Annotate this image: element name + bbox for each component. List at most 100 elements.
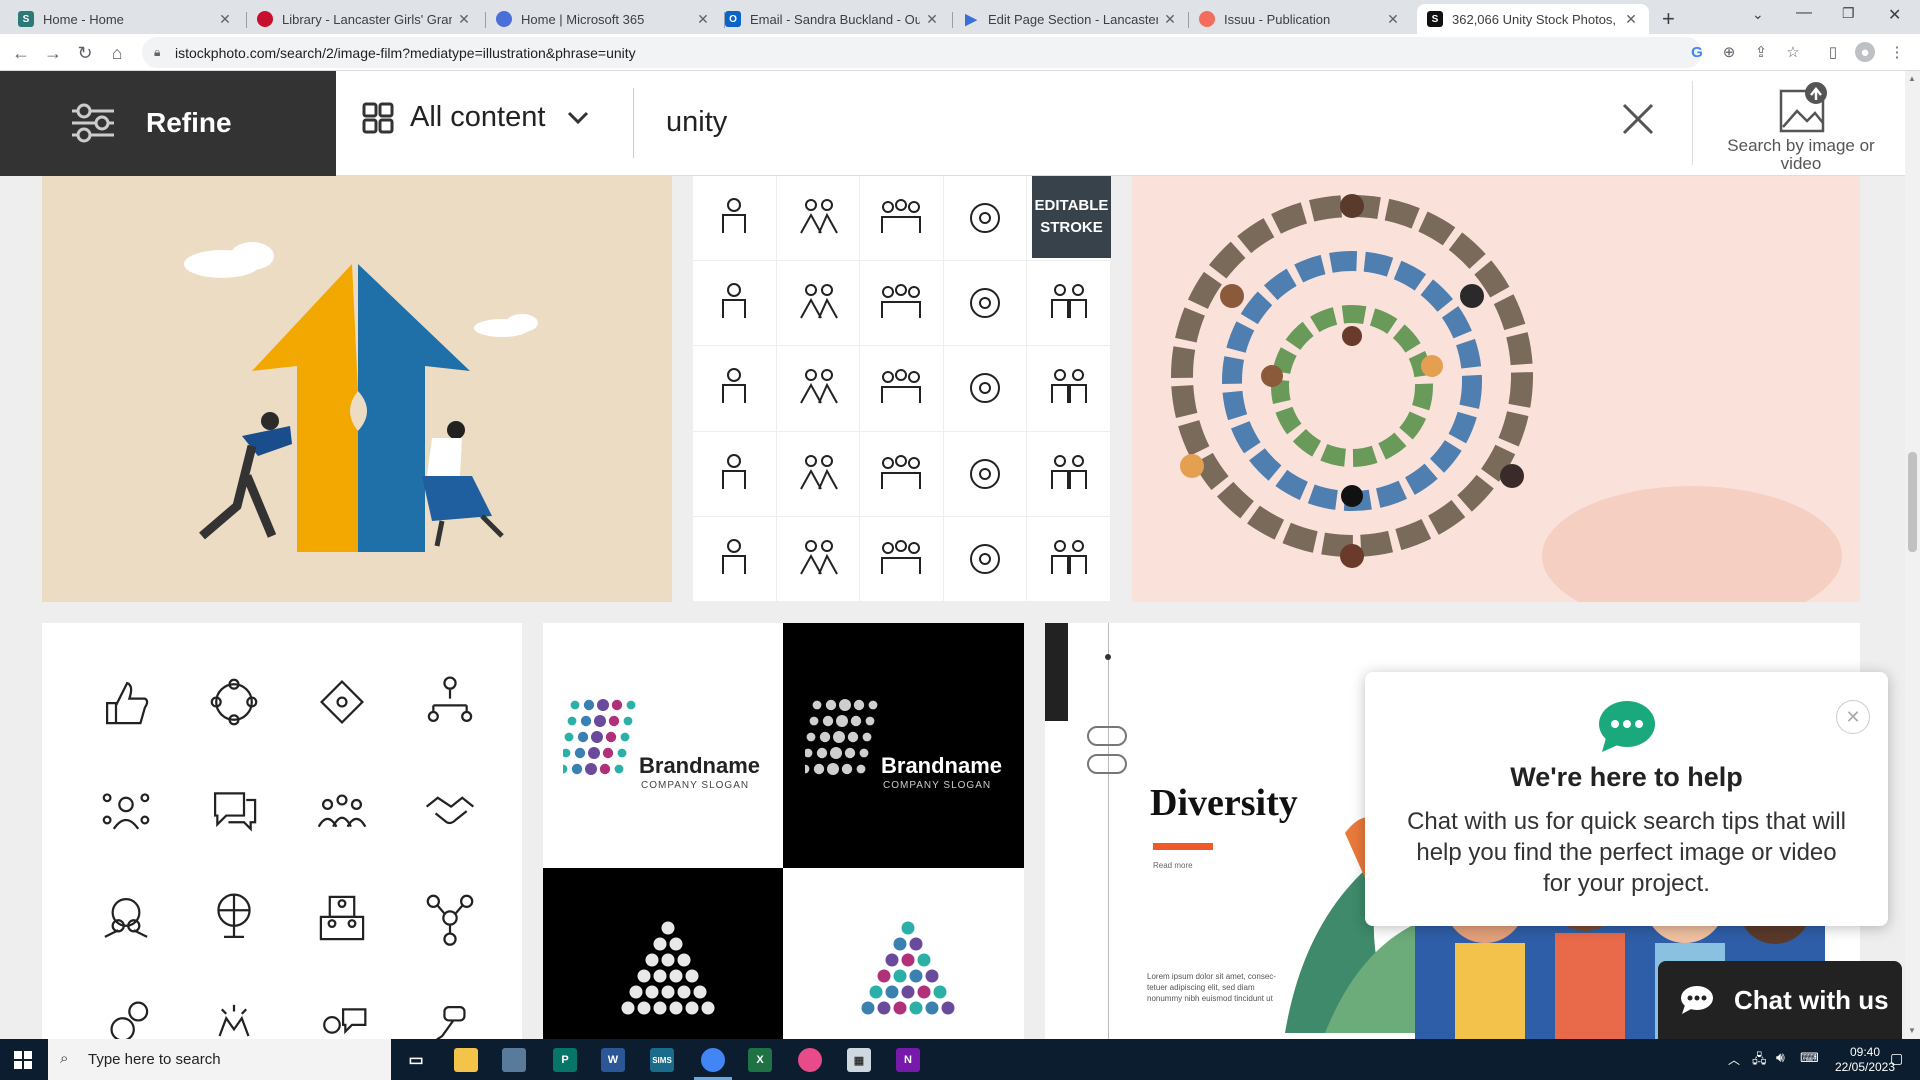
clear-search-icon[interactable] (1621, 102, 1655, 136)
community-icon (288, 972, 396, 1039)
tab-title: Edit Page Section - Lancaster Gi (988, 11, 1158, 27)
app-icon[interactable] (798, 1048, 822, 1072)
close-tab-icon[interactable]: ✕ (456, 11, 472, 28)
community-icon (180, 648, 288, 756)
chrome-icon[interactable] (701, 1048, 725, 1072)
share-icon[interactable]: ⇪ (1751, 42, 1771, 62)
logo-dot (577, 731, 589, 743)
close-window-button[interactable]: ✕ (1888, 5, 1901, 25)
scrollbar-thumb[interactable] (1908, 452, 1917, 552)
new-tab-button[interactable]: + (1662, 6, 1675, 32)
tab-title: Library - Lancaster Girls' Gramm (282, 11, 452, 27)
close-popup-button[interactable]: ✕ (1836, 700, 1870, 734)
tab-outlook-email[interactable]: O Email - Sandra Buckland - Outlo ✕ (715, 4, 950, 34)
logo-dot (901, 953, 915, 967)
logo-dot (597, 699, 609, 711)
teamwork-icon (860, 431, 944, 517)
content-type-label: All content (410, 101, 546, 133)
logo-dot (620, 732, 630, 742)
search-by-image-button[interactable]: Search by image or video (1716, 81, 1886, 173)
logo-dot (933, 985, 947, 999)
logo-dot (853, 699, 865, 711)
browser-menu-icon[interactable]: ⋮ (1887, 42, 1907, 62)
logo-dot (877, 1001, 891, 1015)
task-view-icon[interactable]: ▭ (404, 1048, 428, 1072)
search-input[interactable] (666, 99, 1366, 145)
minimize-button[interactable]: — (1796, 4, 1812, 22)
refine-label: Refine (146, 107, 232, 138)
logo-dot (819, 731, 831, 743)
file-explorer-icon[interactable] (454, 1048, 478, 1072)
result-image-brandname-logos[interactable]: Brandname COMPANY SLOGAN Brandname COMPA… (543, 623, 1024, 1039)
logo-dot (701, 1001, 715, 1015)
word-icon[interactable]: W (601, 1048, 625, 1072)
network-icon[interactable]: 🖧︎ (1752, 1050, 1767, 1072)
side-panel-icon[interactable]: ▯ (1823, 42, 1843, 62)
close-tab-icon[interactable]: ✕ (695, 11, 711, 28)
profile-avatar-icon[interactable]: ● (1855, 42, 1875, 62)
app-icon[interactable] (502, 1048, 526, 1072)
bookmark-star-icon[interactable]: ☆ (1783, 42, 1803, 62)
result-image-puzzle-arrow[interactable] (42, 176, 672, 602)
community-icon (396, 972, 504, 1039)
forward-arrow-icon[interactable]: → (40, 40, 66, 66)
home-icon[interactable]: ⌂ (104, 40, 130, 66)
onenote-icon[interactable]: N (896, 1048, 920, 1072)
scroll-down-arrow-icon[interactable]: ▼ (1908, 1026, 1916, 1035)
browser-tab-strip: S Home - Home ✕ Library - Lancaster Girl… (0, 0, 1920, 34)
teamwork-icon (1027, 431, 1111, 517)
restore-button[interactable]: ❐ (1842, 5, 1855, 22)
taskbar-search-box[interactable]: ⌕ Type here to search (48, 1039, 391, 1080)
logo-dot (626, 700, 636, 710)
language-icon[interactable]: ⌨ (1800, 1050, 1819, 1066)
logo-dot (901, 985, 915, 999)
reload-icon[interactable]: ↻ (72, 40, 98, 66)
tab-microsoft-365[interactable]: Home | Microsoft 365 ✕ (486, 4, 721, 34)
close-tab-icon[interactable]: ✕ (1385, 11, 1401, 28)
scroll-up-arrow-icon[interactable]: ▲ (1908, 74, 1916, 83)
teamwork-icon (693, 516, 777, 602)
tab-library[interactable]: Library - Lancaster Girls' Gramm ✕ (247, 4, 482, 34)
address-bar[interactable]: 🔒︎ istockphoto.com/search/2/image-film?m… (142, 37, 1702, 68)
search-icon: ⌕ (60, 1050, 69, 1067)
content-type-dropdown[interactable]: All content (362, 101, 589, 134)
logo-dot (669, 969, 683, 983)
result-image-teamwork-icons[interactable]: EDITABLE STROKE (693, 176, 1111, 602)
tab-edit-page-section[interactable]: ▶ Edit Page Section - Lancaster Gi ✕ (953, 4, 1188, 34)
sims-icon[interactable]: SIMS (650, 1048, 674, 1072)
result-image-community-icons[interactable] (42, 623, 522, 1039)
tab-issuu[interactable]: Issuu - Publication ✕ (1189, 4, 1411, 34)
refine-button[interactable]: Refine (0, 71, 336, 176)
close-tab-icon[interactable]: ✕ (1162, 11, 1178, 28)
calculator-icon[interactable]: ▦ (847, 1048, 871, 1072)
tab-istock-active[interactable]: S 362,066 Unity Stock Photos, Pic ✕ (1417, 4, 1649, 34)
tab-home[interactable]: S Home - Home ✕ (8, 4, 243, 34)
logo-dot (885, 985, 899, 999)
brandname-label: Brandname (881, 753, 1003, 778)
logo-dot (917, 953, 931, 967)
tab-search-chevron-icon[interactable]: ⌄ (1752, 6, 1764, 23)
close-tab-icon[interactable]: ✕ (924, 11, 940, 28)
teamwork-icon (776, 431, 861, 517)
close-tab-icon[interactable]: ✕ (1623, 11, 1639, 28)
chevron-up-icon[interactable]: ︿ (1728, 1051, 1740, 1068)
logo-dot (861, 1001, 875, 1015)
sharepoint-favicon-icon: S (18, 11, 34, 27)
logo-dot (830, 747, 842, 759)
page-scrollbar[interactable]: ▲ ▼ (1905, 71, 1920, 1039)
google-lens-icon[interactable]: G (1687, 42, 1707, 62)
logo-dot (909, 1001, 923, 1015)
zoom-icon[interactable]: ⊕ (1719, 42, 1739, 62)
result-image-people-circle[interactable] (1132, 176, 1860, 602)
back-arrow-icon[interactable]: ← (8, 40, 34, 66)
chat-with-us-button[interactable]: Chat with us (1658, 961, 1902, 1039)
close-tab-icon[interactable]: ✕ (217, 11, 233, 28)
windows-start-icon[interactable] (14, 1051, 32, 1069)
community-icon (180, 972, 288, 1039)
volume-icon[interactable]: 🔊︎ (1776, 1049, 1785, 1066)
publisher-icon[interactable]: P (553, 1048, 577, 1072)
notifications-icon[interactable]: ▢ (1890, 1050, 1903, 1067)
people-circle-illustration (1171, 194, 1842, 602)
excel-icon[interactable]: X (748, 1048, 772, 1072)
logo-dot (611, 699, 623, 711)
